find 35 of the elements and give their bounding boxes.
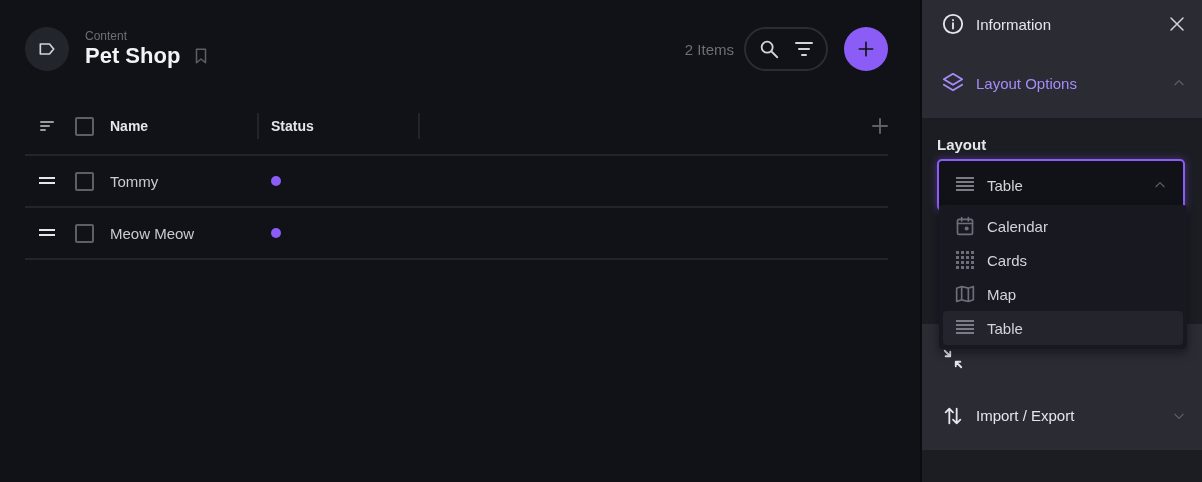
select-all-checkbox[interactable] (75, 116, 94, 136)
calendar-icon (955, 216, 975, 236)
grid-icon (955, 250, 975, 270)
layers-icon (942, 72, 964, 94)
lines-icon (955, 176, 975, 194)
row-checkbox[interactable] (75, 223, 94, 243)
drag-handle-icon[interactable] (39, 229, 55, 237)
drag-handle-icon[interactable] (39, 177, 55, 185)
search-icon[interactable] (758, 38, 780, 60)
filter-icon[interactable] (794, 40, 814, 58)
column-header[interactable]: Name (110, 118, 149, 134)
menu-item[interactable]: Cards (943, 243, 1183, 277)
sort-icon (39, 119, 55, 133)
plus-icon (856, 39, 876, 59)
info-icon (942, 13, 964, 35)
section-title[interactable]: Information (976, 15, 1156, 33)
section-title[interactable]: Layout Options (976, 74, 1160, 92)
menu-item[interactable]: Map (943, 277, 1183, 311)
table-cell: Tommy (110, 172, 159, 190)
refresh-icon (942, 347, 964, 370)
item-count: 2 Items (684, 40, 734, 58)
field-label: Layout (937, 136, 988, 153)
menu-item[interactable]: Table (943, 311, 1183, 345)
add-column-icon[interactable] (872, 118, 888, 134)
add-button[interactable] (844, 27, 888, 71)
section-title[interactable]: Import / Export (976, 407, 1160, 424)
column-header[interactable]: Status (271, 118, 314, 134)
close-icon[interactable] (1168, 15, 1186, 33)
row-checkbox[interactable] (75, 171, 94, 191)
page-title: Pet Shop (85, 43, 181, 69)
map-icon (955, 284, 975, 304)
table-cell: Meow Meow (110, 224, 195, 242)
menu-item[interactable]: Calendar (943, 209, 1183, 243)
lines-icon (955, 319, 975, 337)
breadcrumb: Content (85, 29, 129, 43)
